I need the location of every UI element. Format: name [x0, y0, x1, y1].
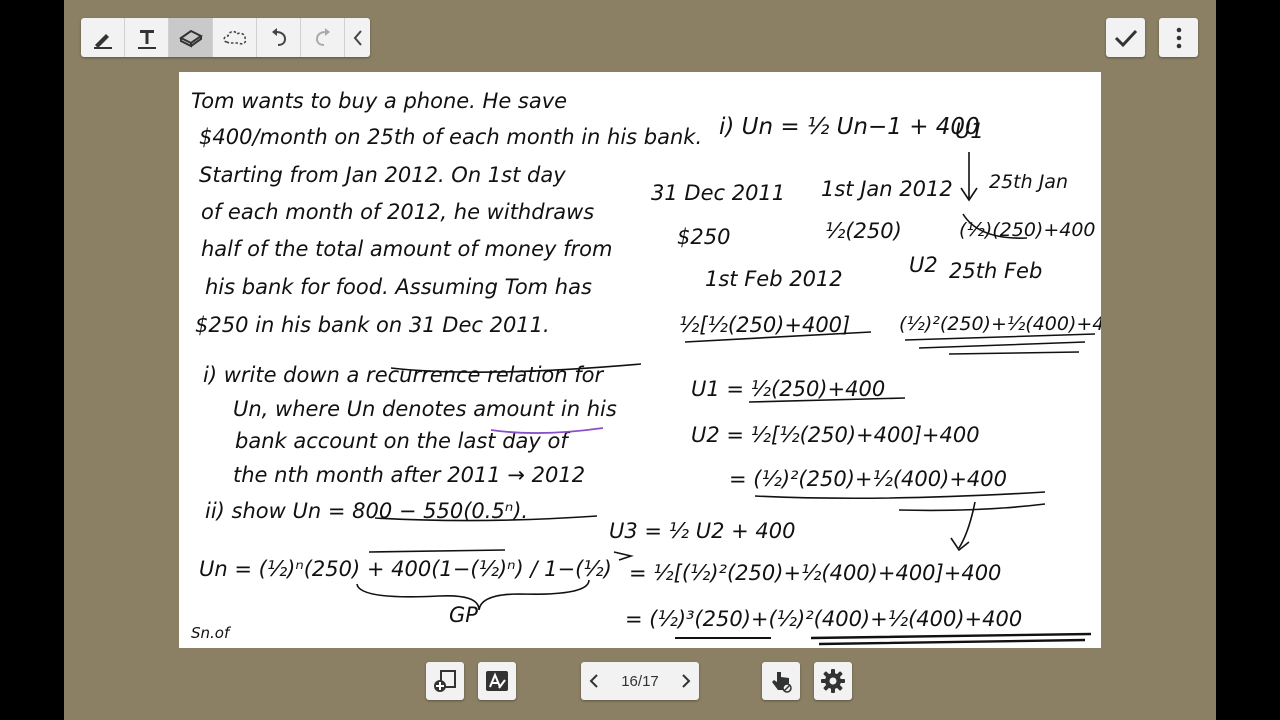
note-line: of each month of 2012, he withdraws	[201, 200, 594, 224]
note-line: $250 in his bank on 31 Dec 2011.	[195, 313, 550, 337]
note-line: 31 Dec 2011	[651, 181, 785, 205]
note-line: 1st Jan 2012	[821, 177, 953, 201]
note-line: ii) show Un = 800 − 550(0.5ⁿ).	[205, 499, 528, 523]
note-line: i) Un = ½ Un−1 + 400	[719, 114, 980, 140]
arrow-stroke	[960, 152, 978, 202]
note-line: = (½)²(250)+½(400)+400	[729, 467, 1007, 491]
note-line: (½)²(250)+½(400)+400	[899, 313, 1101, 335]
fraction-bar	[368, 549, 506, 553]
collapse-icon[interactable]	[345, 18, 370, 57]
page-indicator: 16/17	[621, 672, 659, 690]
note-line: U3 = ½ U2 + 400	[609, 519, 795, 543]
next-page-icon[interactable]	[673, 662, 699, 700]
note-line: Un, where Un denotes amount in his	[233, 397, 617, 421]
prev-page-icon[interactable]	[581, 662, 607, 700]
text-recognition-icon[interactable]	[478, 662, 516, 700]
text-icon[interactable]	[125, 18, 169, 57]
note-line: $250	[677, 225, 730, 249]
note-app: Tom wants to buy a phone. He save $400/m…	[64, 0, 1216, 720]
note-line: Tom wants to buy a phone. He save	[191, 89, 567, 113]
note-line: U1	[955, 119, 984, 143]
settings-icon[interactable]	[814, 662, 852, 700]
note-line: = ½[(½)²(250)+½(400)+400]+400	[629, 561, 1001, 585]
arrow-stroke	[613, 551, 634, 561]
note-line: ½(250)	[825, 219, 902, 243]
drawing-toolbar	[81, 18, 370, 57]
touch-pen-icon[interactable]	[762, 662, 800, 700]
note-line: 25th Jan	[989, 171, 1068, 193]
note-line: Starting from Jan 2012. On 1st day	[199, 163, 566, 187]
note-line: GP	[449, 603, 478, 627]
note-line: U2 = ½[½(250)+400]+400	[691, 423, 980, 447]
note-line: 25th Feb	[949, 259, 1042, 283]
lasso-icon[interactable]	[213, 18, 257, 57]
check-icon[interactable]	[1106, 18, 1145, 57]
eraser-icon[interactable]	[169, 18, 213, 57]
underline-stroke	[810, 632, 1092, 646]
page-navigator: 16/17	[581, 662, 699, 700]
note-line: $400/month on 25th of each month in his …	[199, 125, 702, 149]
underline-stroke	[904, 333, 1096, 355]
pen-icon[interactable]	[81, 18, 125, 57]
note-line: ½[½(250)+400]	[679, 313, 850, 337]
note-line: 1st Feb 2012	[705, 267, 843, 291]
note-line: Sn.of	[191, 624, 232, 642]
redo-icon[interactable]	[301, 18, 345, 57]
note-line: U1 = ½(250)+400	[691, 377, 885, 401]
note-page[interactable]: Tom wants to buy a phone. He save $400/m…	[179, 72, 1101, 648]
note-line: = (½)³(250)+(½)²(400)+½(400)+400	[625, 607, 1022, 631]
note-line: Un = (½)ⁿ(250) + 400(1−(½)ⁿ) / 1−(½)	[199, 557, 612, 581]
note-line: i) write down a recurrence relation for	[203, 363, 605, 387]
undo-icon[interactable]	[257, 18, 301, 57]
more-vert-icon[interactable]	[1159, 18, 1198, 57]
underline-stroke	[754, 491, 1046, 512]
handwritten-notes: Tom wants to buy a phone. He save $400/m…	[191, 89, 1101, 646]
note-line: the nth month after 2011 → 2012	[233, 463, 585, 487]
note-line: his bank for food. Assuming Tom has	[205, 275, 592, 299]
note-line: half of the total amount of money from	[201, 237, 612, 261]
add-page-icon[interactable]	[426, 662, 464, 700]
note-line: U2	[909, 253, 938, 277]
